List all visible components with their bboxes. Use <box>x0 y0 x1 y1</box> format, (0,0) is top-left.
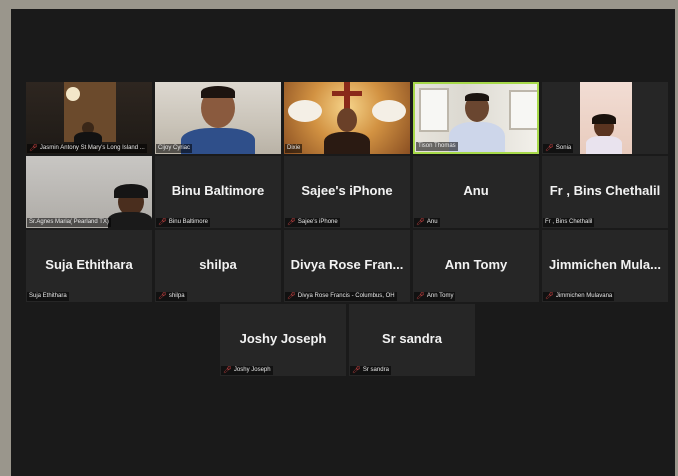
participant-tile[interactable]: Divya Rose Fran... 🎤︎ Divya Rose Francis … <box>284 230 410 302</box>
participant-label: Cijoy Cyriac <box>156 144 193 153</box>
participant-label: 🎤︎ Jimmichen Mulavana <box>543 292 615 301</box>
participant-label: 🎤︎ Binu Baltimore <box>156 218 210 227</box>
participant-name: Jimmichen Mula... <box>549 257 661 272</box>
participant-tile[interactable]: 🎤︎ Sonia <box>542 82 668 154</box>
participant-label: 🎤︎ Sr sandra <box>350 366 391 375</box>
participant-tile[interactable]: Suja Ethithara Suja Ethithara <box>26 230 152 302</box>
participant-tile[interactable]: Jimmichen Mula... 🎤︎ Jimmichen Mulavana <box>542 230 668 302</box>
participant-tile[interactable]: Binu Baltimore 🎤︎ Binu Baltimore <box>155 156 281 228</box>
participant-label: Dixie <box>285 144 303 153</box>
participant-name: Suja Ethithara <box>45 257 133 272</box>
participant-tile[interactable]: Sajee's iPhone 🎤︎ Sajee's iPhone <box>284 156 410 228</box>
participant-label: 🎤︎ Joshy Joseph <box>221 366 273 375</box>
participant-tile[interactable]: Anu 🎤︎ Anu <box>413 156 539 228</box>
participant-name: Binu Baltimore <box>171 183 265 198</box>
muted-mic-icon: 🎤︎ <box>416 293 425 300</box>
participant-tile[interactable]: Fr , Bins Chethalil Fr , Bins Chethalil <box>542 156 668 228</box>
participant-label: 🎤︎ Sonia <box>543 144 574 153</box>
participant-name: Divya Rose Fran... <box>290 257 404 272</box>
participant-tile[interactable]: Ann Tomy 🎤︎ Ann Tomy <box>413 230 539 302</box>
participant-name: Joshy Joseph <box>239 331 327 346</box>
muted-mic-icon: 🎤︎ <box>545 145 554 152</box>
participant-name: Sr sandra <box>382 331 442 346</box>
participant-tile-active-speaker[interactable]: Tison Thomas <box>413 82 539 154</box>
participant-tile[interactable]: Cijoy Cyriac <box>155 82 281 154</box>
participant-label: Fr , Bins Chethalil <box>543 218 595 227</box>
participant-name: Ann Tomy <box>444 257 508 272</box>
participant-tile[interactable]: shilpa 🎤︎ shilpa <box>155 230 281 302</box>
muted-mic-icon: 🎤︎ <box>416 219 425 226</box>
participant-label: 🎤︎ Divya Rose Francis - Columbus, OH <box>285 292 397 301</box>
muted-mic-icon: 🎤︎ <box>158 293 167 300</box>
participant-name: Anu <box>463 183 489 198</box>
muted-mic-icon: 🎤︎ <box>287 219 296 226</box>
participant-tile[interactable]: Joshy Joseph 🎤︎ Joshy Joseph <box>220 304 346 376</box>
participant-name: Sajee's iPhone <box>301 183 393 198</box>
muted-mic-icon: 🎤︎ <box>545 293 554 300</box>
meeting-gallery-view: 🎤︎ Jasmin Antony St Mary's Long Island ..… <box>11 9 675 476</box>
participant-video <box>284 82 410 154</box>
muted-mic-icon: 🎤︎ <box>223 367 232 374</box>
participant-label: Suja Ethithara <box>27 292 69 301</box>
participant-label: 🎤︎ Jasmin Antony St Mary's Long Island ..… <box>27 144 147 153</box>
muted-mic-icon: 🎤︎ <box>352 367 361 374</box>
muted-mic-icon: 🎤︎ <box>158 219 167 226</box>
participant-label: Sr.Agnes Maria( Pearland TX) <box>27 218 111 227</box>
participant-label: 🎤︎ Sajee's iPhone <box>285 218 340 227</box>
participant-tile[interactable]: Dixie <box>284 82 410 154</box>
participant-name: shilpa <box>199 257 237 272</box>
muted-mic-icon: 🎤︎ <box>29 145 38 152</box>
participant-label: 🎤︎ shilpa <box>156 292 187 301</box>
participant-tile[interactable]: Sr sandra 🎤︎ Sr sandra <box>349 304 475 376</box>
muted-mic-icon: 🎤︎ <box>287 293 296 300</box>
participant-label: Tison Thomas <box>416 142 458 151</box>
participant-tile[interactable]: Sr.Agnes Maria( Pearland TX) <box>26 156 152 228</box>
participant-name: Fr , Bins Chethalil <box>549 183 661 198</box>
participant-label: 🎤︎ Anu <box>414 218 440 227</box>
participant-tile[interactable]: 🎤︎ Jasmin Antony St Mary's Long Island ..… <box>26 82 152 154</box>
participant-label: 🎤︎ Ann Tomy <box>414 292 456 301</box>
